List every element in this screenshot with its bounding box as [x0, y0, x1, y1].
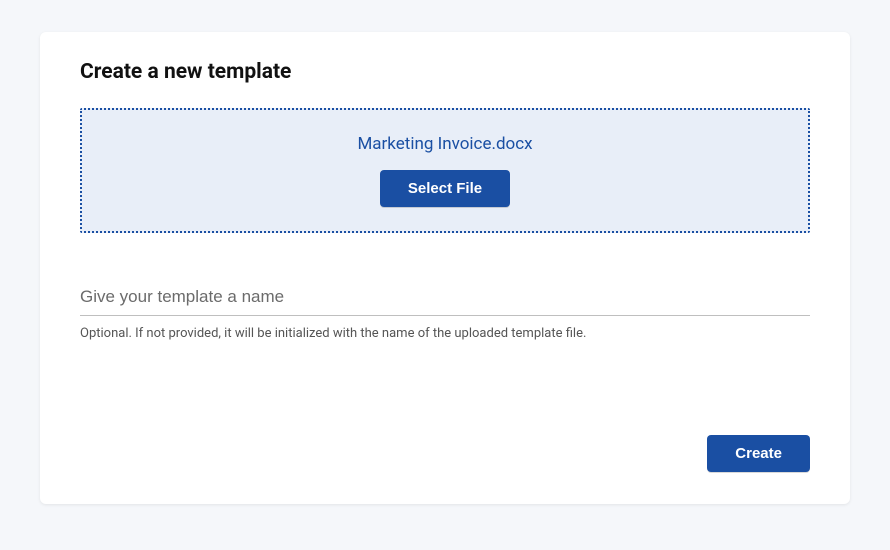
template-name-input[interactable]	[80, 281, 810, 316]
page-title: Create a new template	[80, 60, 810, 84]
file-dropzone[interactable]: Marketing Invoice.docx Select File	[80, 108, 810, 233]
create-template-card: Create a new template Marketing Invoice.…	[40, 32, 850, 504]
template-name-helper: Optional. If not provided, it will be in…	[80, 326, 810, 341]
template-name-field	[80, 281, 810, 316]
select-file-button[interactable]: Select File	[380, 170, 510, 207]
selected-filename: Marketing Invoice.docx	[102, 134, 788, 154]
create-button[interactable]: Create	[707, 435, 810, 472]
dialog-footer: Create	[707, 435, 810, 472]
